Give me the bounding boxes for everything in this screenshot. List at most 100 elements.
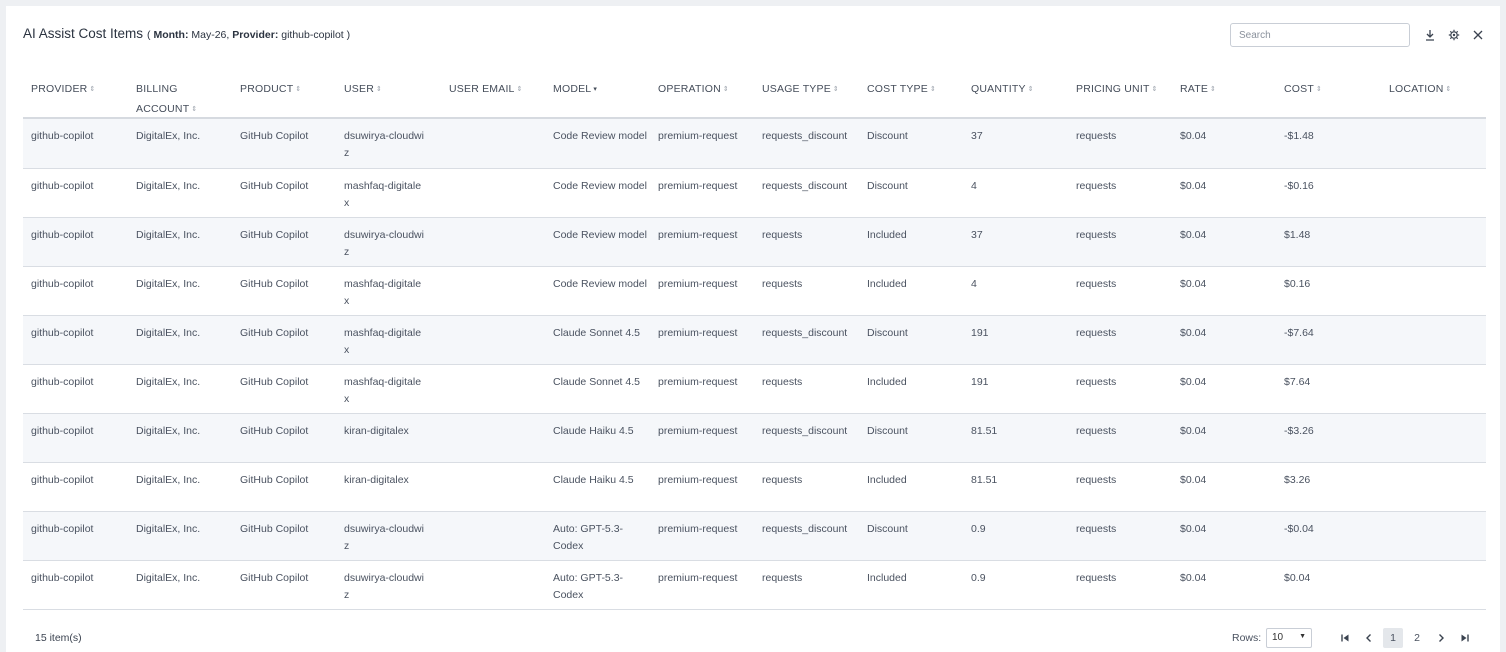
column-header-label: COST xyxy=(1284,83,1314,95)
column-header-operation[interactable]: OPERATION ⇕ xyxy=(658,79,729,100)
last-page-icon xyxy=(1461,634,1469,642)
cell-pricing-unit: requests xyxy=(1076,474,1117,486)
cell-usage-type: requests xyxy=(762,376,803,388)
cell-rate: $0.04 xyxy=(1180,474,1207,486)
cost-items-panel: AI Assist Cost Items ( Month: May-26, Pr… xyxy=(6,6,1500,652)
cell-rate: $0.04 xyxy=(1180,376,1207,388)
cell-usage-type: requests_discount xyxy=(762,523,848,535)
column-header-pricing-unit[interactable]: PRICING UNIT ⇕ xyxy=(1076,79,1158,100)
table-row[interactable]: github-copilot DigitalEx, Inc. GitHub Copi… xyxy=(23,512,1486,561)
column-header-label: LOCATION xyxy=(1389,83,1444,95)
column-header-quantity[interactable]: QUANTITY ⇕ xyxy=(971,79,1034,100)
cell-user: dsuwirya-​cloudwiz xyxy=(344,572,424,601)
table-footer: 15 item(s) Rows: 10 ▼ 1 2 xyxy=(6,626,1500,652)
column-header-user-email[interactable]: USER EMAIL ⇕ xyxy=(449,79,523,100)
cell-model: Code Review model xyxy=(553,229,647,241)
chevron-right-icon xyxy=(1439,634,1444,642)
column-header-label: COST TYPE xyxy=(867,83,928,95)
sort-icon: ⇕ xyxy=(1027,86,1034,93)
sort-icon: ⇕ xyxy=(1151,86,1158,93)
cell-cost-type: Included xyxy=(867,278,907,290)
cell-product: GitHub Copilot xyxy=(240,474,309,486)
close-button[interactable] xyxy=(1469,26,1487,44)
column-header-cost-type[interactable]: COST TYPE ⇕ xyxy=(867,79,936,100)
month-value: May-26, xyxy=(191,29,230,41)
first-page-button[interactable] xyxy=(1335,628,1355,648)
cell-product: GitHub Copilot xyxy=(240,425,309,437)
table-body: github-copilot DigitalEx, Inc. GitHub Copi… xyxy=(23,119,1486,610)
column-header-rate[interactable]: RATE ⇕ xyxy=(1180,79,1216,100)
download-button[interactable] xyxy=(1421,26,1439,44)
column-header-label: BILLING ACCOUNT xyxy=(136,83,190,115)
cell-model: Code Review model xyxy=(553,278,647,290)
cell-pricing-unit: requests xyxy=(1076,523,1117,535)
cell-cost: -$0.04 xyxy=(1284,523,1314,535)
column-header-model[interactable]: MODEL ▾ xyxy=(553,79,597,100)
provider-label: Provider: xyxy=(232,29,279,41)
cell-cost: $3.26 xyxy=(1284,474,1311,486)
cell-product: GitHub Copilot xyxy=(240,572,309,584)
cell-provider: github-copilot xyxy=(31,474,94,486)
column-header-product[interactable]: PRODUCT ⇕ xyxy=(240,79,301,100)
page-button-2[interactable]: 2 xyxy=(1407,628,1427,648)
panel-header: AI Assist Cost Items ( Month: May-26, Pr… xyxy=(23,26,350,46)
sort-icon: ⇕ xyxy=(89,86,96,93)
cell-cost: $0.16 xyxy=(1284,278,1311,290)
column-header-location[interactable]: LOCATION ⇕ xyxy=(1389,79,1452,100)
cell-pricing-unit: requests xyxy=(1076,572,1117,584)
column-header-user[interactable]: USER ⇕ xyxy=(344,79,382,100)
sort-icon: ⇕ xyxy=(1210,86,1217,93)
cell-pricing-unit: requests xyxy=(1076,229,1117,241)
cell-cost-type: Included xyxy=(867,229,907,241)
cell-quantity: 81.51 xyxy=(971,474,998,486)
last-page-button[interactable] xyxy=(1455,628,1475,648)
cell-usage-type: requests_discount xyxy=(762,180,848,192)
cell-product: GitHub Copilot xyxy=(240,523,309,535)
cell-user: dsuwirya-​cloudwiz xyxy=(344,523,424,552)
close-icon xyxy=(1473,30,1483,40)
table-row[interactable]: github-copilot DigitalEx, Inc. GitHub Copi… xyxy=(23,218,1486,267)
prev-page-button[interactable] xyxy=(1359,628,1379,648)
cell-usage-type: requests_discount xyxy=(762,130,848,142)
column-header-cost[interactable]: COST ⇕ xyxy=(1284,79,1322,100)
column-header-label: RATE xyxy=(1180,83,1209,95)
cell-quantity: 191 xyxy=(971,376,989,388)
table-row[interactable]: github-copilot DigitalEx, Inc. GitHub Copi… xyxy=(23,119,1486,169)
cell-provider: github-copilot xyxy=(31,278,94,290)
cell-cost-type: Discount xyxy=(867,180,908,192)
settings-button[interactable] xyxy=(1445,26,1463,44)
column-header-label: OPERATION xyxy=(658,83,721,95)
cell-pricing-unit: requests xyxy=(1076,425,1117,437)
sort-desc-icon: ▾ xyxy=(593,86,598,93)
table-row[interactable]: github-copilot DigitalEx, Inc. GitHub Copi… xyxy=(23,267,1486,316)
download-icon xyxy=(1426,30,1434,41)
sort-icon: ⇕ xyxy=(375,86,383,93)
page-button-1[interactable]: 1 xyxy=(1383,628,1403,648)
table-row[interactable]: github-copilot DigitalEx, Inc. GitHub Copi… xyxy=(23,561,1486,610)
table-row[interactable]: github-copilot DigitalEx, Inc. GitHub Copi… xyxy=(23,169,1486,218)
cell-quantity: 81.51 xyxy=(971,425,998,437)
cell-user: dsuwirya-​cloudwiz xyxy=(344,229,424,258)
rows-per-page-select[interactable]: 10 ▼ xyxy=(1266,628,1312,648)
column-header-label: USAGE TYPE xyxy=(762,83,831,95)
cell-rate: $0.04 xyxy=(1180,523,1207,535)
table-row[interactable]: github-copilot DigitalEx, Inc. GitHub Copi… xyxy=(23,365,1486,414)
cell-billing-account: DigitalEx, Inc. xyxy=(136,376,201,388)
cell-model: Claude Haiku 4.5 xyxy=(553,425,634,437)
column-header-usage-type[interactable]: USAGE TYPE ⇕ xyxy=(762,79,839,100)
cell-cost-type: Discount xyxy=(867,425,908,437)
cell-operation: premium-​request xyxy=(658,572,738,584)
cell-rate: $0.04 xyxy=(1180,572,1207,584)
table-row[interactable]: github-copilot DigitalEx, Inc. GitHub Copi… xyxy=(23,414,1486,463)
cell-operation: premium-​request xyxy=(658,278,738,290)
column-header-provider[interactable]: PROVIDER ⇕ xyxy=(31,79,96,100)
column-header-billing-account[interactable]: BILLING ACCOUNT ⇕ xyxy=(136,79,206,120)
table-row[interactable]: github-copilot DigitalEx, Inc. GitHub Copi… xyxy=(23,463,1486,512)
cell-cost-type: Included xyxy=(867,572,907,584)
cell-quantity: 0.9 xyxy=(971,572,986,584)
cell-billing-account: DigitalEx, Inc. xyxy=(136,474,201,486)
cell-model: Code Review model xyxy=(553,180,647,192)
next-page-button[interactable] xyxy=(1431,628,1451,648)
search-input[interactable] xyxy=(1230,23,1410,47)
table-row[interactable]: github-copilot DigitalEx, Inc. GitHub Copi… xyxy=(23,316,1486,365)
